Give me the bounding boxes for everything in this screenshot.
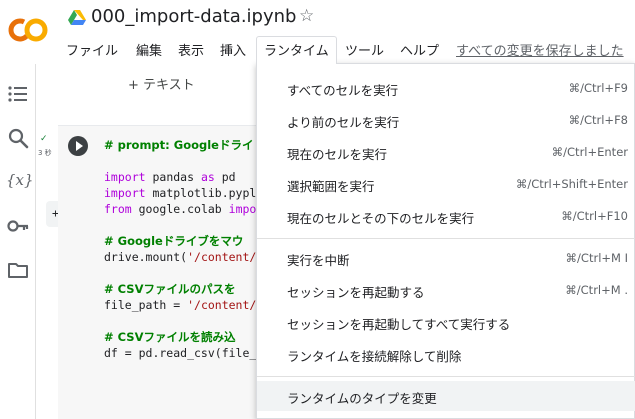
menu-item-shortcut: ⌘/Ctrl+F8 xyxy=(568,113,628,127)
code-comment: # prompt: Googleドライ xyxy=(104,138,254,152)
save-status-link[interactable]: すべての変更を保存しました xyxy=(456,40,624,59)
code-keyword: from xyxy=(104,202,132,216)
menu-item-label: 選択範囲を実行 xyxy=(287,179,375,194)
add-text-cell-button[interactable]: + テキスト xyxy=(122,70,201,96)
code-text: google.colab xyxy=(131,202,229,216)
code-keyword: impo xyxy=(228,202,257,216)
menu-file[interactable]: ファイル xyxy=(66,40,118,59)
menu-item-label: セッションを再起動する xyxy=(287,285,425,300)
code-string: '/content/ xyxy=(187,298,257,312)
folder-icon[interactable] xyxy=(6,258,30,282)
code-line: import pandas as pd xyxy=(104,169,256,185)
code-line: import matplotlib.pypl xyxy=(104,185,256,201)
menu-item-shortcut: ⌘/Ctrl+Shift+Enter xyxy=(515,177,628,191)
code-keyword: import xyxy=(104,170,146,184)
runtime-menu-item[interactable]: セッションを再起動する ⌘/Ctrl+M . xyxy=(257,275,635,305)
menu-runtime[interactable]: ランタイム xyxy=(256,36,337,64)
menu-view[interactable]: 表示 xyxy=(178,40,204,59)
code-line: # Googleドライブをマウ xyxy=(104,233,256,249)
menu-item-label: ランタイムを接続解除して削除 xyxy=(287,349,462,364)
code-string: '/content/ xyxy=(187,250,257,264)
menu-edit[interactable]: 編集 xyxy=(136,40,162,59)
code-comment: # CSVファイルを読み込 xyxy=(104,330,236,344)
menu-item-shortcut: ⌘/Ctrl+F9 xyxy=(568,81,628,95)
code-line: df = pd.read_csv(file_ xyxy=(104,345,256,361)
run-cell-button[interactable] xyxy=(68,136,88,156)
search-icon[interactable] xyxy=(6,126,30,150)
code-line: # prompt: Googleドライ xyxy=(104,137,256,153)
table-of-contents-icon[interactable] xyxy=(6,82,30,106)
code-line: drive.mount('/content/ xyxy=(104,249,256,265)
menu-item-label: 現在のセルとその下のセルを実行 xyxy=(287,211,475,226)
code-line: file_path = '/content/ xyxy=(104,297,256,313)
menu-item-label: ランタイムのタイプを変更 xyxy=(287,391,437,406)
runtime-menu-item[interactable]: ランタイムを接続解除して削除 xyxy=(257,339,635,369)
star-outline-icon[interactable]: ☆ xyxy=(299,6,314,26)
code-text: matplotlib.pypl xyxy=(145,186,257,200)
menu-divider xyxy=(257,238,635,239)
runtime-menu-dropdown: すべてのセルを実行 ⌘/Ctrl+F9 より前のセルを実行 ⌘/Ctrl+F8 現在のセ… xyxy=(256,63,635,419)
runtime-menu-item[interactable]: 現在のセルとその下のセルを実行 ⌘/Ctrl+F10 xyxy=(257,201,635,231)
menu-item-shortcut: ⌘/Ctrl+M . xyxy=(565,283,628,297)
code-line: # CSVファイルのパスを xyxy=(104,281,256,297)
runtime-menu-item[interactable]: ランタイムのタイプを変更 xyxy=(257,381,635,411)
code-editor[interactable]: # prompt: Googleドライ import pandas as pd im… xyxy=(104,137,256,361)
code-text: pandas xyxy=(145,170,201,184)
runtime-menu-item[interactable]: 実行を中断 ⌘/Ctrl+M I xyxy=(257,243,635,273)
left-sidebar: {x} xyxy=(0,64,36,419)
menu-divider xyxy=(257,376,635,377)
code-text: pd xyxy=(214,170,236,184)
google-drive-icon[interactable] xyxy=(68,10,86,26)
menu-item-shortcut: ⌘/Ctrl+Enter xyxy=(551,145,628,159)
menu-item-label: すべてのセルを実行 xyxy=(287,83,399,98)
code-text: file_path = xyxy=(104,298,188,312)
code-comment: # Googleドライブをマウ xyxy=(104,234,244,248)
runtime-menu-item[interactable]: すべてのセルを実行 ⌘/Ctrl+F9 xyxy=(257,73,635,103)
execution-time: 3 秒 xyxy=(38,149,52,157)
menu-tools[interactable]: ツール xyxy=(345,40,384,59)
code-line: # CSVファイルを読み込 xyxy=(104,329,256,345)
run-success-icon: ✓ xyxy=(40,134,48,144)
menu-item-label: セッションを再起動してすべて実行する xyxy=(287,317,511,332)
code-text: df = pd.read_csv(file_ xyxy=(104,346,257,360)
menu-item-label: 現在のセルを実行 xyxy=(287,147,388,162)
variables-icon[interactable]: {x} xyxy=(6,168,34,192)
menu-item-shortcut: ⌘/Ctrl+M I xyxy=(565,251,628,265)
menu-help[interactable]: ヘルプ xyxy=(400,40,439,59)
runtime-menu-item[interactable]: 現在のセルを実行 ⌘/Ctrl+Enter xyxy=(257,137,635,167)
menu-item-label: より前のセルを実行 xyxy=(287,115,400,130)
menu-item-shortcut: ⌘/Ctrl+F10 xyxy=(561,209,628,223)
code-keyword: import xyxy=(104,186,146,200)
notebook-title[interactable]: 000_import-data.ipynb xyxy=(91,6,296,27)
runtime-menu-item[interactable]: セッションを再起動してすべて実行する xyxy=(257,307,635,337)
code-text: drive.mount( xyxy=(104,250,188,264)
code-keyword: as xyxy=(200,170,215,184)
key-icon[interactable] xyxy=(6,214,30,238)
menu-bar: ファイル 編集 表示 挿入 ランタイム ツール ヘルプ すべての変更を保存しまし… xyxy=(0,36,635,64)
code-line: from google.colab impo xyxy=(104,201,256,217)
code-comment: # CSVファイルのパスを xyxy=(104,282,236,296)
menu-insert[interactable]: 挿入 xyxy=(220,40,246,59)
runtime-menu-item[interactable]: 選択範囲を実行 ⌘/Ctrl+Shift+Enter xyxy=(257,169,635,199)
runtime-menu-item[interactable]: より前のセルを実行 ⌘/Ctrl+F8 xyxy=(257,105,635,135)
menu-item-label: 実行を中断 xyxy=(287,253,350,268)
